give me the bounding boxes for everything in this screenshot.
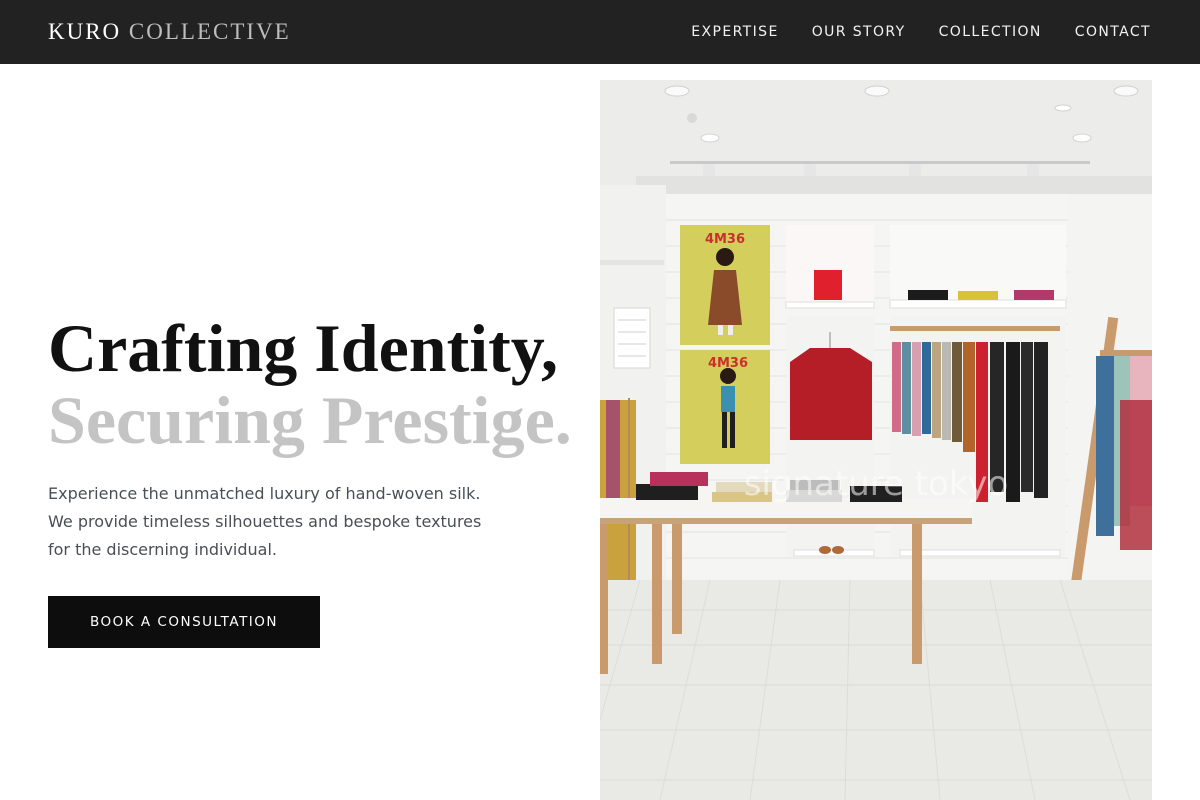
book-consultation-button[interactable]: BOOK A CONSULTATION (48, 596, 320, 648)
hero-title: Crafting Identity, Securing Prestige. (48, 312, 572, 456)
nav-link-collection[interactable]: COLLECTION (939, 24, 1042, 40)
store-interior-illustration: 4M36 4M36 signature tokyo (600, 80, 1152, 800)
brand-name-secondary: COLLECTIVE (128, 19, 291, 44)
brand-logo[interactable]: KURO COLLECTIVE (48, 19, 291, 45)
hero-title-line-1: Crafting Identity, (48, 310, 558, 386)
nav-link-our-story[interactable]: OUR STORY (812, 24, 906, 40)
top-nav-bar: KURO COLLECTIVE EXPERTISE OUR STORY COLL… (0, 0, 1200, 64)
poster-text-1: 4M36 (705, 232, 745, 247)
photo-watermark: signature tokyo (744, 464, 1009, 504)
nav-link-expertise[interactable]: EXPERTISE (691, 24, 778, 40)
hero-title-line-2: Securing Prestige. (48, 382, 572, 458)
main-nav: EXPERTISE OUR STORY COLLECTION CONTACT (691, 24, 1151, 40)
nav-link-contact[interactable]: CONTACT (1075, 24, 1151, 40)
hero-description: Experience the unmatched luxury of hand-… (48, 484, 482, 559)
store-interior-photo: 4M36 4M36 signature tokyo (600, 80, 1152, 800)
brand-name-primary: KURO (48, 19, 122, 44)
